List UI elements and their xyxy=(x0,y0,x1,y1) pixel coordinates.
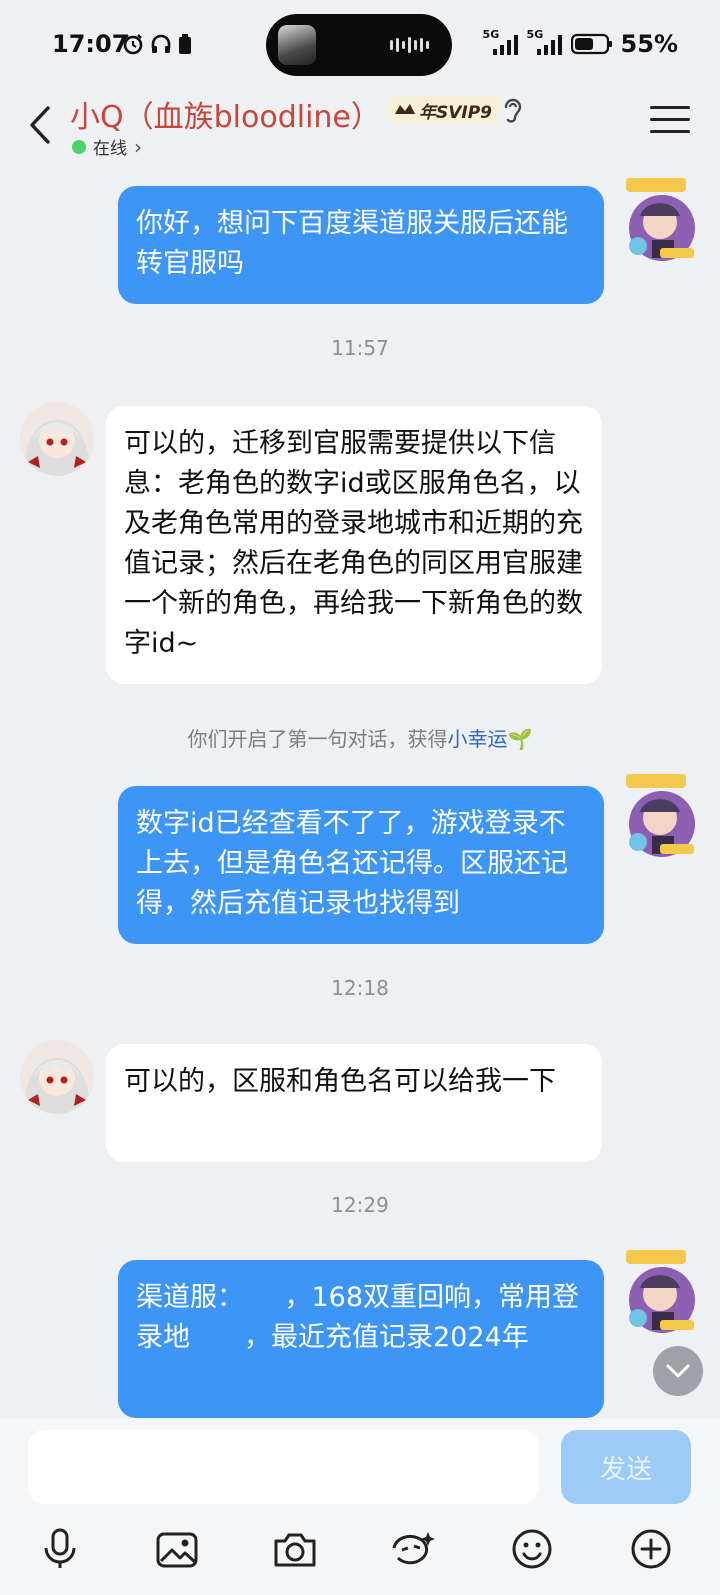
online-dot xyxy=(72,139,86,154)
message-timestamp: 11:57 xyxy=(331,336,389,360)
sticker-button[interactable] xyxy=(388,1524,438,1574)
emoji-button[interactable] xyxy=(507,1524,557,1574)
battery-icon xyxy=(570,33,612,55)
avatar-image xyxy=(626,774,695,857)
chat-header: 小Q（血族bloodline） 年SVIP9 在线 › xyxy=(0,92,720,170)
contact-avatar[interactable] xyxy=(20,1040,94,1114)
voice-button[interactable] xyxy=(35,1524,85,1574)
camera-button[interactable] xyxy=(270,1524,320,1574)
message-timestamp: 12:18 xyxy=(331,976,389,1000)
emoji-icon xyxy=(512,1529,552,1569)
plus-icon xyxy=(631,1529,671,1569)
avatar-image xyxy=(20,1040,94,1114)
signal-icon-2: 5G xyxy=(527,28,563,57)
online-status[interactable]: 在线 › xyxy=(72,134,142,159)
headphones-icon xyxy=(151,34,171,53)
chat-title[interactable]: 小Q（血族bloodline） xyxy=(70,92,381,136)
message-bubble-outgoing[interactable]: 你好，想问下百度渠道服关服后还能转官服吗 xyxy=(118,186,604,304)
avatar-image xyxy=(626,178,695,261)
alarm-icon xyxy=(123,34,143,55)
chevron-right-icon: › xyxy=(134,134,142,159)
online-status-label: 在线 xyxy=(93,139,127,159)
message-timestamp: 12:29 xyxy=(331,1193,389,1217)
album-button[interactable] xyxy=(152,1524,202,1574)
sticker-icon xyxy=(392,1532,435,1565)
my-avatar[interactable] xyxy=(622,772,702,866)
status-time: 17:07 xyxy=(52,30,129,58)
input-toolbar xyxy=(0,1514,720,1584)
battery-percent: 55% xyxy=(620,30,678,58)
system-note: 你们开启了第一句对话，获得小幸运🌱 xyxy=(0,723,720,752)
menu-button[interactable] xyxy=(650,106,690,140)
message-input[interactable] xyxy=(28,1430,539,1504)
microphone-icon xyxy=(44,1528,76,1568)
signal-icon-1: 5G xyxy=(483,28,519,57)
dynamic-island[interactable] xyxy=(266,14,452,76)
status-bar: 17:07 5G 5G 55% xyxy=(0,0,720,92)
lucky-link[interactable]: 小幸运 xyxy=(448,727,508,751)
chevron-left-icon xyxy=(30,106,50,144)
back-button[interactable] xyxy=(20,100,60,150)
audio-wave-icon xyxy=(390,37,429,53)
contact-avatar[interactable] xyxy=(20,402,94,476)
avatar-image xyxy=(20,402,94,476)
media-thumbnail xyxy=(278,25,316,65)
status-icons-left xyxy=(122,33,192,55)
vip-badge-label: 年SVIP9 xyxy=(419,102,493,123)
more-button[interactable] xyxy=(626,1524,676,1574)
message-bubble-outgoing[interactable]: 渠道服： ，168双重回响，常用登录地 ，最近充值记录2024年 xyxy=(118,1260,604,1418)
image-icon xyxy=(156,1532,198,1568)
vip-badge[interactable]: 年SVIP9 xyxy=(388,96,501,124)
sprout-icon: 🌱 xyxy=(507,727,533,751)
my-avatar[interactable] xyxy=(622,176,702,270)
vip-crown-icon xyxy=(395,104,415,114)
system-note-text: 你们开启了第一句对话，获得 xyxy=(187,727,448,751)
message-bubble-incoming[interactable]: 可以的，迁移到官服需要提供以下信息：老角色的数字id或区服角色名，以及老角色常用… xyxy=(106,406,602,684)
scroll-to-bottom-button[interactable] xyxy=(653,1346,703,1396)
ear-icon[interactable] xyxy=(502,96,524,126)
headphone-battery-icon xyxy=(179,34,191,54)
input-area: 发送 xyxy=(0,1418,720,1595)
message-bubble-outgoing[interactable]: 数字id已经查看不了了，游戏登录不上去，但是角色名还记得。区服还记得，然后充值记… xyxy=(118,786,604,944)
status-right: 5G 5G 55% xyxy=(483,28,678,58)
camera-icon xyxy=(274,1533,316,1567)
avatar-image xyxy=(626,1250,695,1333)
my-avatar[interactable] xyxy=(622,1248,702,1342)
message-bubble-incoming[interactable]: 可以的，区服和角色名可以给我一下 xyxy=(106,1044,602,1162)
chevron-down-icon xyxy=(666,1364,690,1378)
send-button[interactable]: 发送 xyxy=(561,1430,691,1504)
